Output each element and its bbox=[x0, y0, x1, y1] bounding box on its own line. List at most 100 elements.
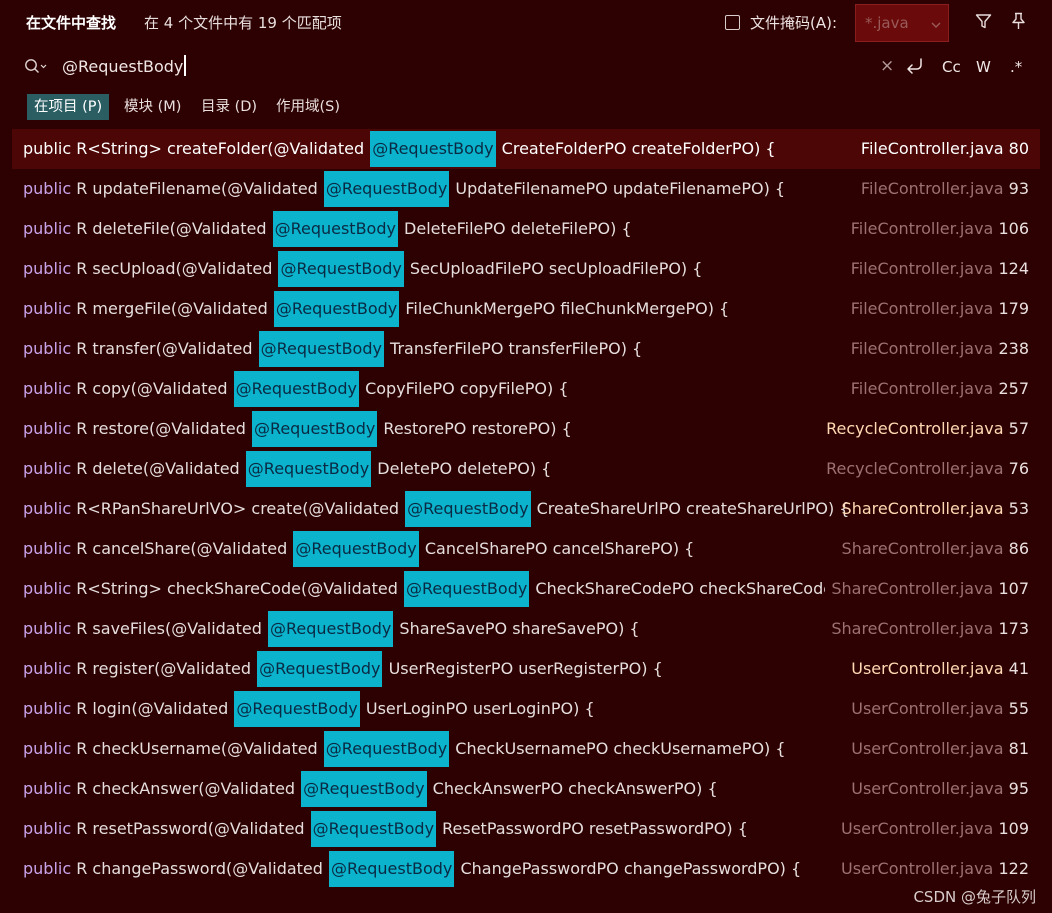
keyword-token: public bbox=[23, 659, 72, 678]
match-highlight: @RequestBody bbox=[293, 531, 419, 567]
keyword-token: public bbox=[23, 539, 72, 558]
match-highlight: @RequestBody bbox=[245, 451, 372, 487]
result-location: UserController.java 122 bbox=[835, 849, 1029, 889]
match-highlight: @RequestBody bbox=[267, 611, 394, 647]
pin-icon[interactable] bbox=[1010, 12, 1027, 35]
match-highlight: @RequestBody bbox=[251, 411, 378, 447]
result-file-name: FileController.java bbox=[860, 139, 1004, 158]
search-icon[interactable] bbox=[24, 58, 48, 78]
whole-words-button[interactable]: W bbox=[976, 58, 991, 76]
result-row[interactable]: public R resetPassword(@Validated @Reque… bbox=[12, 809, 1040, 849]
keyword-token: public bbox=[23, 259, 72, 278]
file-mask-select[interactable]: *.java bbox=[855, 4, 949, 42]
match-case-button[interactable]: Cc bbox=[942, 58, 961, 76]
clear-search-button[interactable]: × bbox=[880, 56, 894, 76]
result-code: public R mergeFile(@Validated @RequestBo… bbox=[23, 289, 729, 329]
result-location: ShareController.java 107 bbox=[825, 569, 1029, 609]
result-row[interactable]: public R<RPanShareUrlVO> create(@Validat… bbox=[12, 489, 1040, 529]
tab-directory[interactable]: 目录 (D) bbox=[194, 94, 264, 120]
result-row[interactable]: public R delete(@Validated @RequestBody … bbox=[12, 449, 1040, 489]
result-code: public R cancelShare(@Validated @Request… bbox=[23, 529, 694, 569]
result-line-number: 122 bbox=[998, 859, 1029, 878]
code-before-match: R resetPassword(@Validated bbox=[71, 819, 310, 838]
keyword-token: public bbox=[23, 139, 72, 158]
code-before-match: R checkAnswer(@Validated bbox=[71, 779, 301, 798]
filter-icon[interactable] bbox=[975, 13, 992, 34]
match-highlight: @RequestBody bbox=[272, 211, 398, 247]
tab-scope[interactable]: 作用域(S) bbox=[269, 94, 347, 120]
result-row[interactable]: public R deleteFile(@Validated @RequestB… bbox=[12, 209, 1040, 249]
file-mask-value: *.java bbox=[865, 14, 909, 32]
result-row[interactable]: public R mergeFile(@Validated @RequestBo… bbox=[12, 289, 1040, 329]
code-before-match: R delete(@Validated bbox=[71, 459, 245, 478]
file-mask-label[interactable]: 文件掩码(A): bbox=[750, 12, 837, 33]
code-after-match: UpdateFilenamePO updateFilenamePO) { bbox=[450, 179, 786, 198]
result-location: RecycleController.java 57 bbox=[820, 409, 1029, 449]
code-after-match: TransferFilePO transferFilePO) { bbox=[384, 339, 643, 358]
code-after-match: CreateShareUrlPO createShareUrlPO) { bbox=[531, 499, 850, 518]
result-file-name: ShareController.java bbox=[841, 499, 1004, 518]
result-file-name: FileController.java bbox=[850, 219, 994, 238]
code-after-match: DeletePO deletePO) { bbox=[372, 459, 552, 478]
result-line-number: 173 bbox=[998, 619, 1029, 638]
result-row[interactable]: public R transfer(@Validated @RequestBod… bbox=[12, 329, 1040, 369]
result-code: public R login(@Validated @RequestBody U… bbox=[23, 689, 595, 729]
code-after-match: CancelSharePO cancelSharePO) { bbox=[419, 539, 695, 558]
window-title: 在文件中查找 bbox=[26, 14, 117, 32]
result-line-number: 95 bbox=[1008, 779, 1029, 798]
code-before-match: R secUpload(@Validated bbox=[71, 259, 278, 278]
result-code: public R copy(@Validated @RequestBody Co… bbox=[23, 369, 569, 409]
match-highlight: @RequestBody bbox=[233, 371, 359, 407]
result-code: public R transfer(@Validated @RequestBod… bbox=[23, 329, 642, 369]
result-location: ShareController.java 173 bbox=[825, 609, 1029, 649]
newline-icon[interactable] bbox=[905, 57, 925, 79]
result-location: FileController.java 124 bbox=[845, 249, 1029, 289]
keyword-token: public bbox=[23, 179, 72, 198]
result-row[interactable]: public R checkUsername(@Validated @Reque… bbox=[12, 729, 1040, 769]
code-after-match: CheckUsernamePO checkUsernamePO) { bbox=[450, 739, 786, 758]
result-location: FileController.java 179 bbox=[845, 289, 1029, 329]
code-before-match: R deleteFile(@Validated bbox=[71, 219, 272, 238]
tab-in-project[interactable]: 在项目 (P) bbox=[27, 94, 110, 120]
result-location: UserController.java 41 bbox=[845, 649, 1029, 689]
code-after-match: ChangePasswordPO changePasswordPO) { bbox=[455, 859, 802, 878]
match-highlight: @RequestBody bbox=[405, 491, 531, 527]
result-code: public R restore(@Validated @RequestBody… bbox=[23, 409, 572, 449]
match-highlight: @RequestBody bbox=[273, 291, 400, 327]
result-code: public R checkAnswer(@Validated @Request… bbox=[23, 769, 718, 809]
result-row[interactable]: public R login(@Validated @RequestBody U… bbox=[12, 689, 1040, 729]
code-before-match: R updateFilename(@Validated bbox=[71, 179, 323, 198]
file-mask-checkbox[interactable] bbox=[725, 15, 740, 30]
result-code: public R<String> checkShareCode(@Validat… bbox=[23, 569, 872, 609]
result-row[interactable]: public R register(@Validated @RequestBod… bbox=[12, 649, 1040, 689]
regex-button[interactable]: .* bbox=[1010, 58, 1022, 76]
result-location: FileController.java 93 bbox=[855, 169, 1029, 209]
keyword-token: public bbox=[23, 379, 72, 398]
result-file-name: UserController.java bbox=[841, 819, 994, 838]
result-row[interactable]: public R secUpload(@Validated @RequestBo… bbox=[12, 249, 1040, 289]
search-input[interactable] bbox=[62, 54, 822, 78]
tab-module[interactable]: 模块 (M) bbox=[117, 94, 188, 120]
result-row[interactable]: public R copy(@Validated @RequestBody Co… bbox=[12, 369, 1040, 409]
result-row[interactable]: public R checkAnswer(@Validated @Request… bbox=[12, 769, 1040, 809]
result-row[interactable]: public R<String> checkShareCode(@Validat… bbox=[12, 569, 1040, 609]
result-line-number: 238 bbox=[998, 339, 1029, 358]
result-row[interactable]: public R changePassword(@Validated @Requ… bbox=[12, 849, 1040, 889]
result-line-number: 106 bbox=[998, 219, 1029, 238]
code-after-match: FileChunkMergePO fileChunkMergePO) { bbox=[400, 299, 730, 318]
result-file-name: UserController.java bbox=[851, 659, 1004, 678]
search-row: × Cc W .* bbox=[0, 46, 1052, 86]
result-row[interactable]: public R restore(@Validated @RequestBody… bbox=[12, 409, 1040, 449]
result-row[interactable]: public R cancelShare(@Validated @Request… bbox=[12, 529, 1040, 569]
result-file-name: ShareController.java bbox=[831, 619, 994, 638]
code-after-match: ResetPasswordPO resetPasswordPO) { bbox=[437, 819, 748, 838]
keyword-token: public bbox=[23, 619, 72, 638]
code-before-match: R changePassword(@Validated bbox=[71, 859, 329, 878]
result-row[interactable]: public R updateFilename(@Validated @Requ… bbox=[12, 169, 1040, 209]
match-highlight: @RequestBody bbox=[301, 771, 427, 807]
code-before-match: R<RPanShareUrlVO> create(@Validated bbox=[71, 499, 405, 518]
result-row[interactable]: public R<String> createFolder(@Validated… bbox=[12, 129, 1040, 169]
code-before-match: R cancelShare(@Validated bbox=[71, 539, 293, 558]
result-row[interactable]: public R saveFiles(@Validated @RequestBo… bbox=[12, 609, 1040, 649]
header-bar: 在文件中查找 在 4 个文件中有 19 个匹配项 文件掩码(A): *.java bbox=[0, 0, 1052, 46]
